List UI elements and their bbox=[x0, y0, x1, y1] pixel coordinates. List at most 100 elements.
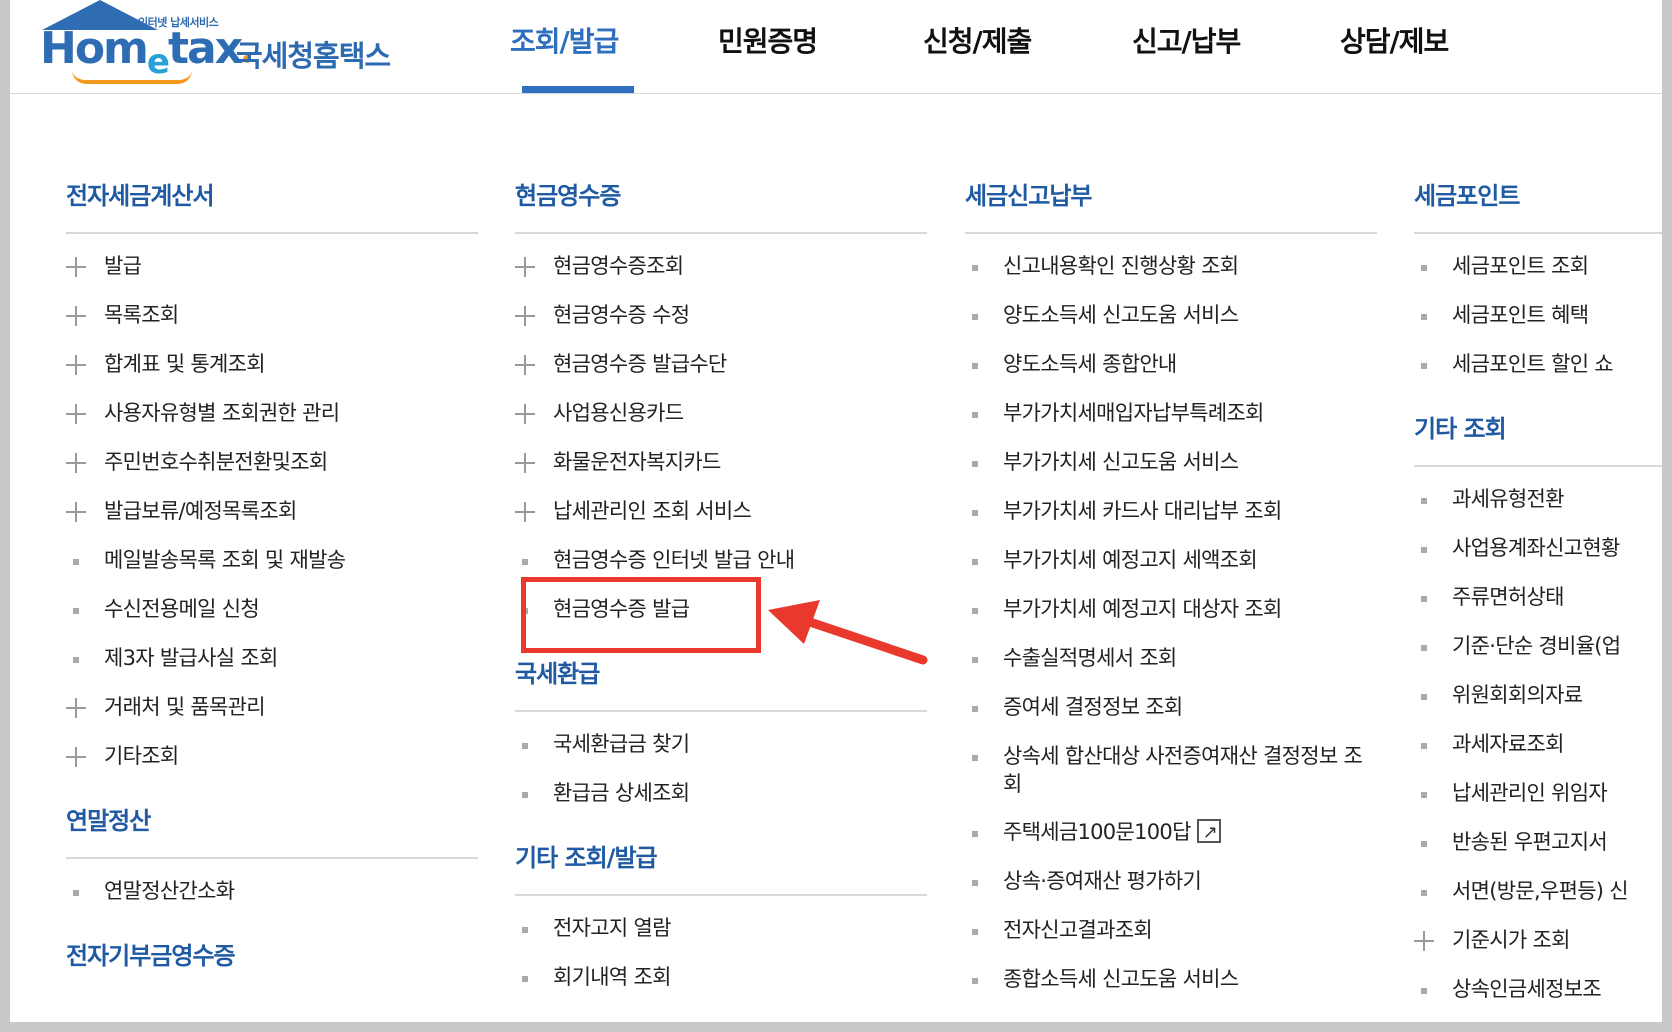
section-title[interactable]: 기타 조회/발급 bbox=[515, 840, 927, 876]
menu-item-label: 기준시가 조회 bbox=[1452, 928, 1570, 952]
menu-column-e-tax-invoice: 전자세금계산서 발급목록조회 합계표 및 통계조회 사용자유형별 조회권한 관리주민… bbox=[66, 178, 478, 974]
menu-item-label: 수출실적명세서 조회 bbox=[1003, 646, 1177, 670]
highlight-box bbox=[521, 577, 761, 653]
menu-item[interactable]: 상속세 합산대상 사전증여재산 결정정보 조회 bbox=[965, 738, 1377, 814]
menu-item-label: 발급 bbox=[104, 254, 142, 278]
menu-item[interactable]: 사용자유형별 조회권한 관리 bbox=[66, 395, 478, 444]
menu-item-label: 발급보류/예정목록조회 bbox=[104, 499, 297, 523]
section-divider bbox=[965, 232, 1377, 234]
menu-item[interactable]: 합계표 및 통계조회 bbox=[66, 346, 478, 395]
menu-item-label: 주민번호수취분전환및조회 bbox=[104, 450, 328, 474]
section-title[interactable]: 세금포인트 bbox=[1414, 178, 1662, 214]
menu-item[interactable]: 사업용신용카드 bbox=[515, 395, 927, 444]
section-title[interactable]: 연말정산 bbox=[66, 803, 478, 839]
menu-item[interactable]: 현금영수증 발급수단 bbox=[515, 346, 927, 395]
section-divider bbox=[66, 857, 478, 859]
menu-item-label: 전자고지 열람 bbox=[553, 916, 671, 940]
section-title[interactable]: 기타 조회 bbox=[1414, 411, 1662, 447]
nav-tab-lookup[interactable]: 조회/발급 bbox=[510, 20, 619, 60]
hometax-logo[interactable]: 인터넷 납세서비스 Hometax 국세청홈택스 bbox=[24, 0, 404, 90]
menu-item[interactable]: 상속·증여재산 평가하기 bbox=[965, 863, 1377, 912]
section-title[interactable]: 전자세금계산서 bbox=[66, 178, 478, 214]
section-title[interactable]: 세금신고납부 bbox=[965, 178, 1377, 214]
menu-item-label: 사업용계좌신고현황 bbox=[1452, 536, 1620, 560]
menu-item[interactable]: 증여세 결정정보 조회 bbox=[965, 689, 1377, 738]
nav-tab-application[interactable]: 신청/제출 bbox=[923, 20, 1032, 60]
menu-item[interactable]: 신고내용확인 진행상황 조회 bbox=[965, 248, 1377, 297]
menu-item[interactable]: 기타조회 bbox=[66, 738, 478, 787]
menu-item[interactable]: 화물운전자복지카드 bbox=[515, 444, 927, 493]
menu-item[interactable]: 환급금 상세조회 bbox=[515, 775, 927, 824]
menu-item[interactable]: 부가가치세 신고도움 서비스 bbox=[965, 444, 1377, 493]
menu-item[interactable]: 과세유형전환 bbox=[1414, 481, 1662, 530]
menu-item[interactable]: 발급 bbox=[66, 248, 478, 297]
menu-item[interactable]: 과세자료조회 bbox=[1414, 726, 1662, 775]
menu-item[interactable]: 메일발송목록 조회 및 재발송 bbox=[66, 542, 478, 591]
bullet-icon bbox=[972, 929, 978, 935]
menu-item[interactable]: 거래처 및 품목관리 bbox=[66, 689, 478, 738]
menu-item[interactable]: 국세환급금 찾기 bbox=[515, 726, 927, 775]
menu-item[interactable]: 사업용계좌신고현황 bbox=[1414, 530, 1662, 579]
menu-item[interactable]: 수출실적명세서 조회 bbox=[965, 640, 1377, 689]
menu-item[interactable]: 주택세금100문100답 bbox=[965, 814, 1377, 863]
menu-item-label: 납세관리인 조회 서비스 bbox=[553, 499, 752, 523]
bullet-icon bbox=[73, 890, 79, 896]
section-divider bbox=[66, 232, 478, 234]
bullet-icon bbox=[1421, 363, 1427, 369]
expand-plus-icon bbox=[66, 747, 86, 767]
menu-item[interactable]: 연말정산간소화 bbox=[66, 873, 478, 922]
menu-item[interactable]: 부가가치세매입자납부특례조회 bbox=[965, 395, 1377, 444]
menu-item[interactable]: 종합소득세 신고도움 서비스 bbox=[965, 961, 1377, 1010]
menu-item[interactable]: 납세관리인 조회 서비스 bbox=[515, 493, 927, 542]
menu-item-label: 상속인금세정보조 bbox=[1452, 977, 1602, 1001]
menu-item[interactable]: 양도소득세 종합안내 bbox=[965, 346, 1377, 395]
menu-item[interactable]: 세금포인트 할인 쇼 bbox=[1414, 346, 1662, 395]
menu-item[interactable]: 양도소득세 신고도움 서비스 bbox=[965, 297, 1377, 346]
nav-tab-certificates[interactable]: 민원증명 bbox=[718, 20, 818, 60]
menu-item[interactable]: 발급보류/예정목록조회 bbox=[66, 493, 478, 542]
menu-item-label: 사업용신용카드 bbox=[553, 401, 684, 425]
menu-item[interactable]: 세금포인트 조회 bbox=[1414, 248, 1662, 297]
menu-item[interactable]: 납세관리인 위임자 bbox=[1414, 775, 1662, 824]
menu-item[interactable]: 회기내역 조회 bbox=[515, 959, 927, 1008]
nav-tab-consultation[interactable]: 상담/제보 bbox=[1340, 20, 1449, 60]
menu-item[interactable]: 기준·단순 경비율(업 bbox=[1414, 628, 1662, 677]
menu-item[interactable]: 기준시가 조회 bbox=[1414, 922, 1662, 971]
menu-item[interactable]: 위원회회의자료 bbox=[1414, 677, 1662, 726]
expand-plus-icon bbox=[515, 453, 535, 473]
bullet-icon bbox=[972, 314, 978, 320]
menu-item[interactable]: 반송된 우편고지서 bbox=[1414, 824, 1662, 873]
section-divider bbox=[515, 710, 927, 712]
menu-item-label: 부가가치세 예정고지 세액조회 bbox=[1003, 548, 1258, 572]
logo-korean: 국세청홈택스 bbox=[236, 39, 391, 73]
menu-item[interactable]: 상속인금세정보조 bbox=[1414, 971, 1662, 1020]
section-divider bbox=[515, 232, 927, 234]
menu-item[interactable]: 전자고지 열람 bbox=[515, 910, 927, 959]
menu-item[interactable]: 현금영수증 수정 bbox=[515, 297, 927, 346]
menu-item-label: 기타조회 bbox=[104, 744, 179, 768]
menu-item[interactable]: 부가가치세 예정고지 대상자 조회 bbox=[965, 591, 1377, 640]
menu-item[interactable]: 수신전용메일 신청 bbox=[66, 591, 478, 640]
menu-item[interactable]: 부가가치세 카드사 대리납부 조회 bbox=[965, 493, 1377, 542]
section-title[interactable]: 전자기부금영수증 bbox=[66, 938, 478, 974]
menu-item-label: 제3자 발급사실 조회 bbox=[104, 646, 278, 670]
menu-item-label: 신고내용확인 진행상황 조회 bbox=[1003, 254, 1239, 278]
menu-item-label: 부가가치세 카드사 대리납부 조회 bbox=[1003, 499, 1282, 523]
menu-item[interactable]: 제3자 발급사실 조회 bbox=[66, 640, 478, 689]
bullet-icon bbox=[972, 510, 978, 516]
menu-item-label: 현금영수증 수정 bbox=[553, 303, 690, 327]
menu-item[interactable]: 전자신고결과조회 bbox=[965, 912, 1377, 961]
expand-plus-icon bbox=[66, 502, 86, 522]
hometax-page: 인터넷 납세서비스 Hometax 국세청홈택스 조회/발급 민원증명 신청/제… bbox=[10, 0, 1662, 1022]
menu-item[interactable]: 목록조회 bbox=[66, 297, 478, 346]
menu-item-label: 화물운전자복지카드 bbox=[553, 450, 721, 474]
section-title[interactable]: 현금영수증 bbox=[515, 178, 927, 214]
menu-item-label: 메일발송목록 조회 및 재발송 bbox=[104, 548, 346, 572]
nav-tab-report-payment[interactable]: 신고/납부 bbox=[1132, 20, 1241, 60]
menu-item[interactable]: 현금영수증조회 bbox=[515, 248, 927, 297]
menu-item[interactable]: 부가가치세 예정고지 세액조회 bbox=[965, 542, 1377, 591]
menu-item[interactable]: 주류면허상태 bbox=[1414, 579, 1662, 628]
menu-item[interactable]: 서면(방문,우편등) 신 bbox=[1414, 873, 1662, 922]
menu-item[interactable]: 세금포인트 혜택 bbox=[1414, 297, 1662, 346]
menu-item[interactable]: 주민번호수취분전환및조회 bbox=[66, 444, 478, 493]
